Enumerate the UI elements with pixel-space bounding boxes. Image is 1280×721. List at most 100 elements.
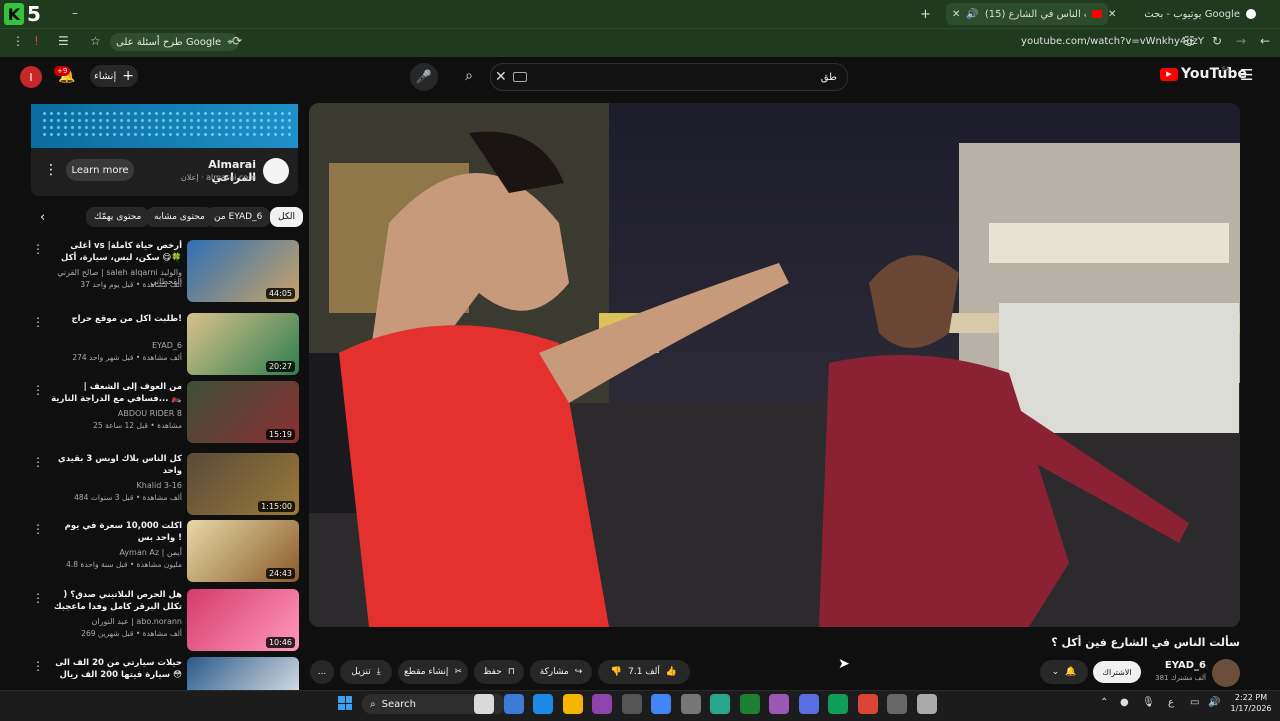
- channel-name[interactable]: Khalid 3-16: [46, 481, 182, 490]
- tray-mic-icon[interactable]: 🎙: [1142, 697, 1155, 708]
- channel-name[interactable]: EYAD_6: [1140, 660, 1206, 671]
- more-vert-icon[interactable]: ⋮: [12, 34, 24, 48]
- voice-search-mic-icon[interactable]: 🎤: [410, 63, 438, 91]
- taskbar-app-icon[interactable]: [887, 694, 907, 714]
- more-vert-icon[interactable]: ⋮: [32, 591, 44, 605]
- learn-more-button[interactable]: Learn more: [66, 159, 134, 181]
- channel-name[interactable]: Ayman Az | أيمن: [46, 548, 182, 557]
- list-item[interactable]: 10:46 ⋮ هل الحرص البلاتيني صدق؟ ( تكلل الب…: [30, 589, 300, 653]
- network-icon[interactable]: ▭: [1190, 697, 1199, 708]
- video-thumbnail[interactable]: 44:05: [187, 240, 299, 302]
- more-vert-icon[interactable]: ⋮: [32, 659, 44, 673]
- video-thumbnail[interactable]: 10:46: [187, 589, 299, 651]
- taskbar-app-icon[interactable]: [710, 694, 730, 714]
- create-button[interactable]: إنشاء +: [90, 65, 138, 87]
- almarai-logo[interactable]: [263, 158, 289, 184]
- language-icon[interactable]: ع: [1168, 697, 1174, 708]
- list-item[interactable]: 1:15:00 ⋮ كل الناس بلاك اوبس 3 بقيدي واحد K…: [30, 453, 300, 517]
- tab-audio-icon[interactable]: 🔊: [966, 9, 978, 20]
- save-button[interactable]: حفظ ⊓: [474, 660, 524, 684]
- avatar[interactable]: I: [20, 66, 42, 88]
- video-title[interactable]: طلبت اكل من موقع حراج!: [46, 313, 182, 325]
- clear-search-icon[interactable]: ✕: [495, 69, 507, 85]
- video-thumbnail[interactable]: 24:43: [187, 520, 299, 582]
- taskbar-app-icon[interactable]: [562, 694, 583, 714]
- taskbar-app-icon[interactable]: [798, 694, 819, 714]
- bookmark-star-icon[interactable]: ☆: [90, 34, 101, 48]
- close-tab-icon[interactable]: ✕: [952, 9, 960, 20]
- video-thumbnail[interactable]: 15:19: [187, 381, 299, 443]
- taskbar-app-icon[interactable]: [474, 694, 494, 714]
- taskbar-app-icon[interactable]: [739, 694, 760, 714]
- like-icon[interactable]: 👍: [666, 667, 677, 677]
- ad-banner-image[interactable]: [31, 104, 298, 148]
- chip-from-channel[interactable]: من EYAD_6: [206, 207, 271, 227]
- list-item[interactable]: 24:43 ⋮ اكلت 10,000 سعرة في يوم واحد بس ! A…: [30, 520, 300, 584]
- notifications-dropdown[interactable]: ⌄ 🔔: [1040, 660, 1088, 684]
- site-settings-icon[interactable]: ☰: [58, 34, 69, 48]
- clip-button[interactable]: إنشاء مقطع ✂: [398, 660, 468, 684]
- video-player[interactable]: [309, 103, 1240, 627]
- taskbar-app-icon[interactable]: [621, 694, 642, 714]
- share-button[interactable]: مشاركة ↪: [530, 660, 592, 684]
- alert-icon[interactable]: !: [34, 34, 39, 48]
- taskbar-app-icon[interactable]: [651, 694, 671, 714]
- more-vert-icon[interactable]: ⋮: [32, 455, 44, 469]
- download-button[interactable]: تنزيل ⤓: [340, 660, 392, 684]
- tab-active[interactable]: ✕ 🔊 (15) سألت الناس في الشارع: [946, 3, 1108, 25]
- new-tab-button[interactable]: +: [920, 3, 931, 25]
- close-tab-icon[interactable]: ✕: [1108, 9, 1116, 20]
- tray-chevron-icon[interactable]: ⌃: [1100, 697, 1108, 708]
- tab-google[interactable]: ✕ يوتيوب - بحث Google: [1104, 3, 1260, 25]
- url-text[interactable]: youtube.com/watch?v=vWnkhy4gzY: [1021, 36, 1204, 47]
- search-input[interactable]: ✕ طق: [490, 63, 848, 91]
- search-icon[interactable]: ⌕: [456, 63, 482, 89]
- keyboard-icon[interactable]: [512, 72, 527, 82]
- taskbar-app-icon[interactable]: [680, 694, 701, 714]
- forward-arrow-icon[interactable]: →: [1236, 34, 1246, 48]
- chip-for-you[interactable]: محتوى يهمّك: [86, 207, 150, 227]
- subscribe-button[interactable]: الاشتراك: [1093, 661, 1141, 683]
- hamburger-menu-icon[interactable]: ☰: [1240, 66, 1253, 84]
- video-thumbnail[interactable]: 20:27: [187, 313, 299, 375]
- taskbar-app-icon[interactable]: [769, 694, 789, 714]
- tray-clock[interactable]: 2:22 PM 1/17/2026: [1226, 692, 1276, 714]
- chip-related[interactable]: محتوى مشابه: [146, 207, 213, 227]
- chip-all[interactable]: الكل: [270, 207, 304, 227]
- video-thumbnail[interactable]: 1:15:00: [187, 453, 299, 515]
- more-vert-icon[interactable]: ⋮: [32, 522, 44, 536]
- dislike-icon[interactable]: 👎: [611, 667, 622, 677]
- more-vert-icon[interactable]: ⋮: [32, 242, 44, 256]
- video-title[interactable]: حيلات سيارتي من 20 الف الى سيارة فيتها 2…: [46, 657, 182, 681]
- video-title[interactable]: أغلى vs أرخص حياة كاملة| سكن، لبس، سيارة…: [46, 240, 182, 264]
- taskbar-app-icon[interactable]: [828, 694, 848, 714]
- list-item[interactable]: 15:19 ⋮ من العوف إلى الشعف | ...فسافي مع ا…: [30, 381, 300, 445]
- more-vert-icon[interactable]: ⋮: [32, 383, 44, 397]
- windows-start-icon[interactable]: [338, 696, 352, 710]
- more-actions-button[interactable]: ...: [310, 660, 334, 684]
- chips-prev-arrow-icon[interactable]: ‹: [40, 210, 45, 225]
- video-title[interactable]: كل الناس بلاك اوبس 3 بقيدي واحد: [46, 453, 182, 477]
- volume-icon[interactable]: 🔊: [1208, 697, 1220, 708]
- refresh-icon[interactable]: ⟳: [232, 34, 242, 48]
- channel-name[interactable]: EYAD_6: [46, 341, 182, 350]
- video-title[interactable]: من العوف إلى الشعف | ...فسافي مع الدراجة…: [46, 381, 182, 405]
- tray-app-icon[interactable]: ●: [1120, 697, 1129, 708]
- video-title[interactable]: هل الحرص البلاتيني صدق؟ ( تكلل البرقر كا…: [46, 589, 182, 613]
- reload-icon[interactable]: ↻: [1212, 34, 1222, 48]
- taskbar-app-icon[interactable]: [592, 694, 612, 714]
- channel-name[interactable]: عبد النوران | abo.norann: [46, 617, 182, 626]
- minimize-icon[interactable]: –: [72, 6, 78, 20]
- taskbar-app-icon[interactable]: [503, 694, 524, 714]
- ad-more-icon[interactable]: ⋮: [44, 162, 58, 178]
- list-item[interactable]: 20:27 ⋮ طلبت اكل من موقع حراج! EYAD_6 274 أل…: [30, 313, 300, 377]
- list-item[interactable]: 44:05 ⋮ أغلى vs أرخص حياة كاملة| سكن، لبس،…: [30, 240, 300, 304]
- taskbar-app-icon[interactable]: [916, 694, 937, 714]
- taskbar-app-icon[interactable]: [533, 694, 553, 714]
- taskbar-app-icon[interactable]: [857, 694, 878, 714]
- video-title[interactable]: اكلت 10,000 سعرة في يوم واحد بس !: [46, 520, 182, 544]
- more-vert-icon[interactable]: ⋮: [32, 315, 44, 329]
- channel-avatar[interactable]: [1212, 659, 1240, 687]
- ask-google-pill[interactable]: طرح أسئلة على Google ⌖: [110, 33, 239, 51]
- tab-search-icon[interactable]: ☷: [1184, 34, 1195, 48]
